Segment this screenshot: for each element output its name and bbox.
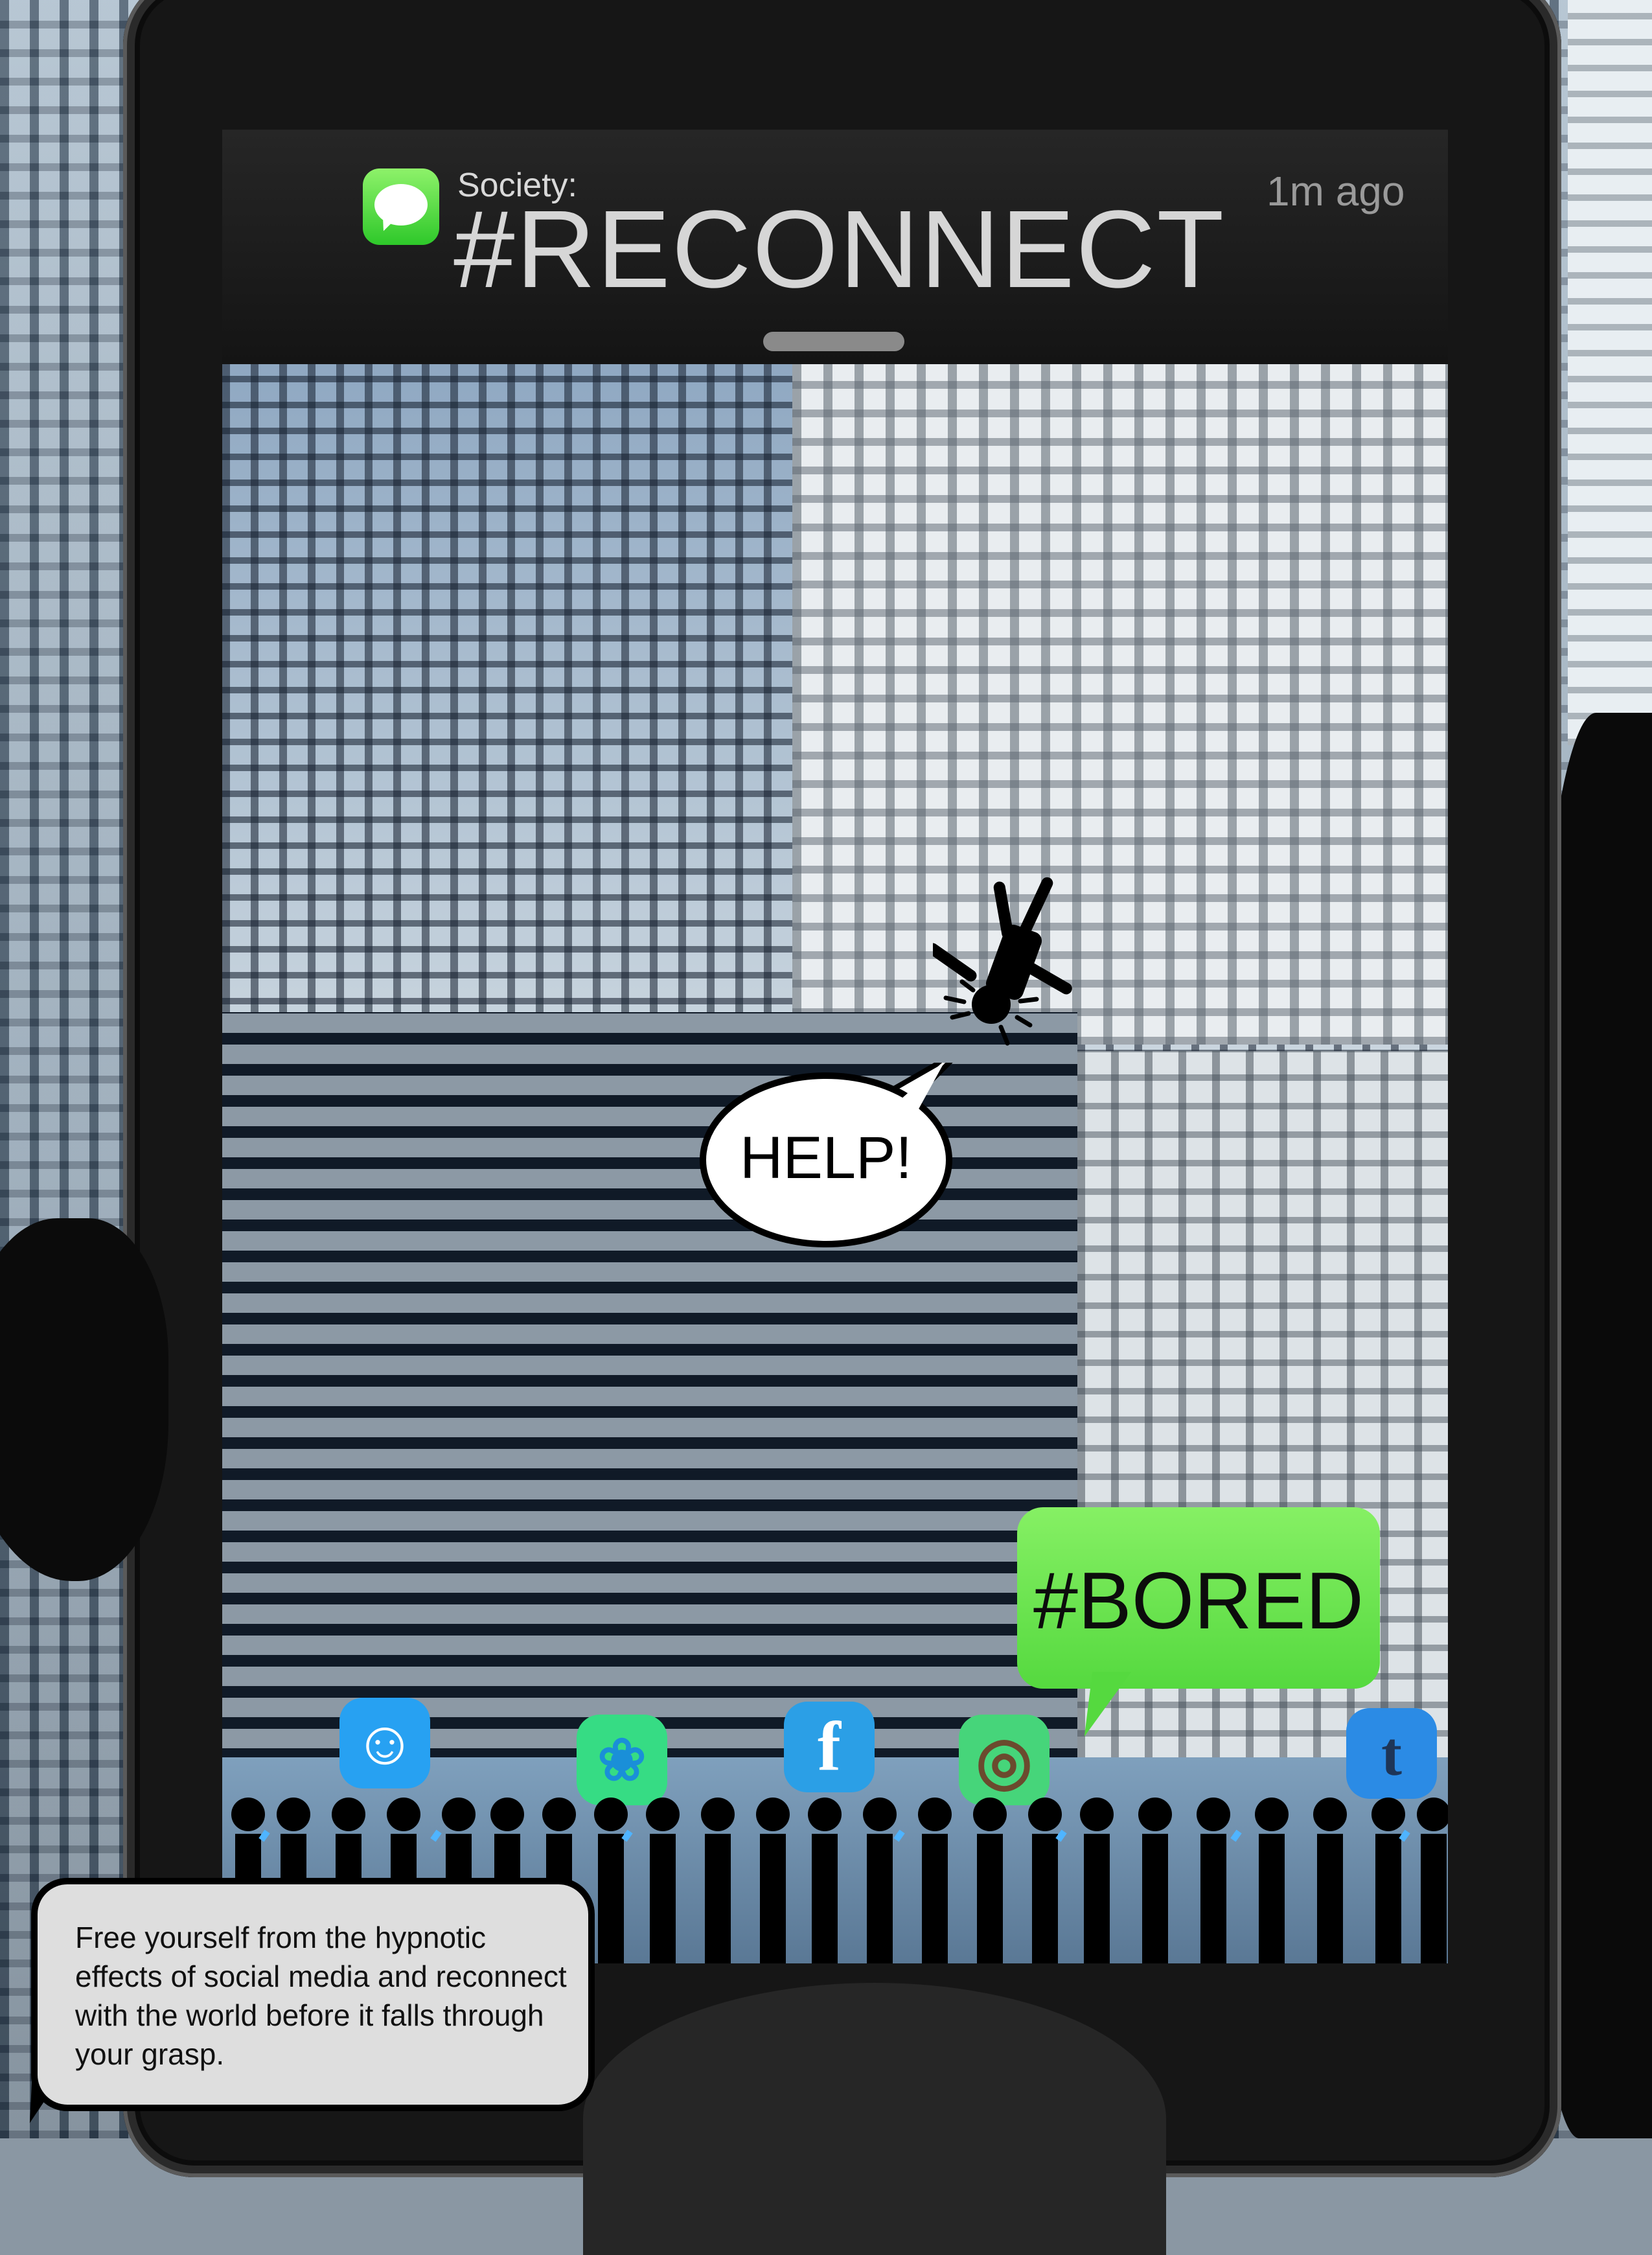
left-hand-silhouette [0, 1218, 168, 1581]
notification-title: #RECONNECT [453, 188, 1226, 311]
tumblr-icon[interactable]: t [1346, 1708, 1437, 1799]
instagram-icon[interactable]: ◎ [959, 1715, 1050, 1805]
help-text: HELP! [740, 1125, 912, 1191]
caption-text: Free yourself from the hypnotic effects … [75, 1921, 567, 2071]
building-light [792, 364, 1448, 1045]
reddit-icon[interactable]: ☺ [339, 1698, 430, 1788]
messages-icon [363, 168, 439, 245]
falling-person-icon [933, 877, 1072, 1046]
background-building [1568, 0, 1652, 745]
building-mid [1077, 1051, 1448, 1822]
facebook-icon[interactable]: f [784, 1702, 875, 1792]
facebook-glyph: f [818, 1708, 841, 1785]
twitter-glyph: ❀ [597, 1728, 647, 1793]
instagram-glyph: ◎ [976, 1724, 1033, 1797]
notification-time: 1m ago [1267, 168, 1405, 214]
twitter-icon[interactable]: ❀ [577, 1715, 667, 1805]
reddit-glyph: ☺ [352, 1708, 417, 1777]
thumb-silhouette [583, 1983, 1166, 2255]
notification-grabber-handle[interactable] [763, 332, 904, 351]
bored-text: #BORED [1033, 1556, 1364, 1646]
tumblr-glyph: t [1381, 1718, 1402, 1788]
